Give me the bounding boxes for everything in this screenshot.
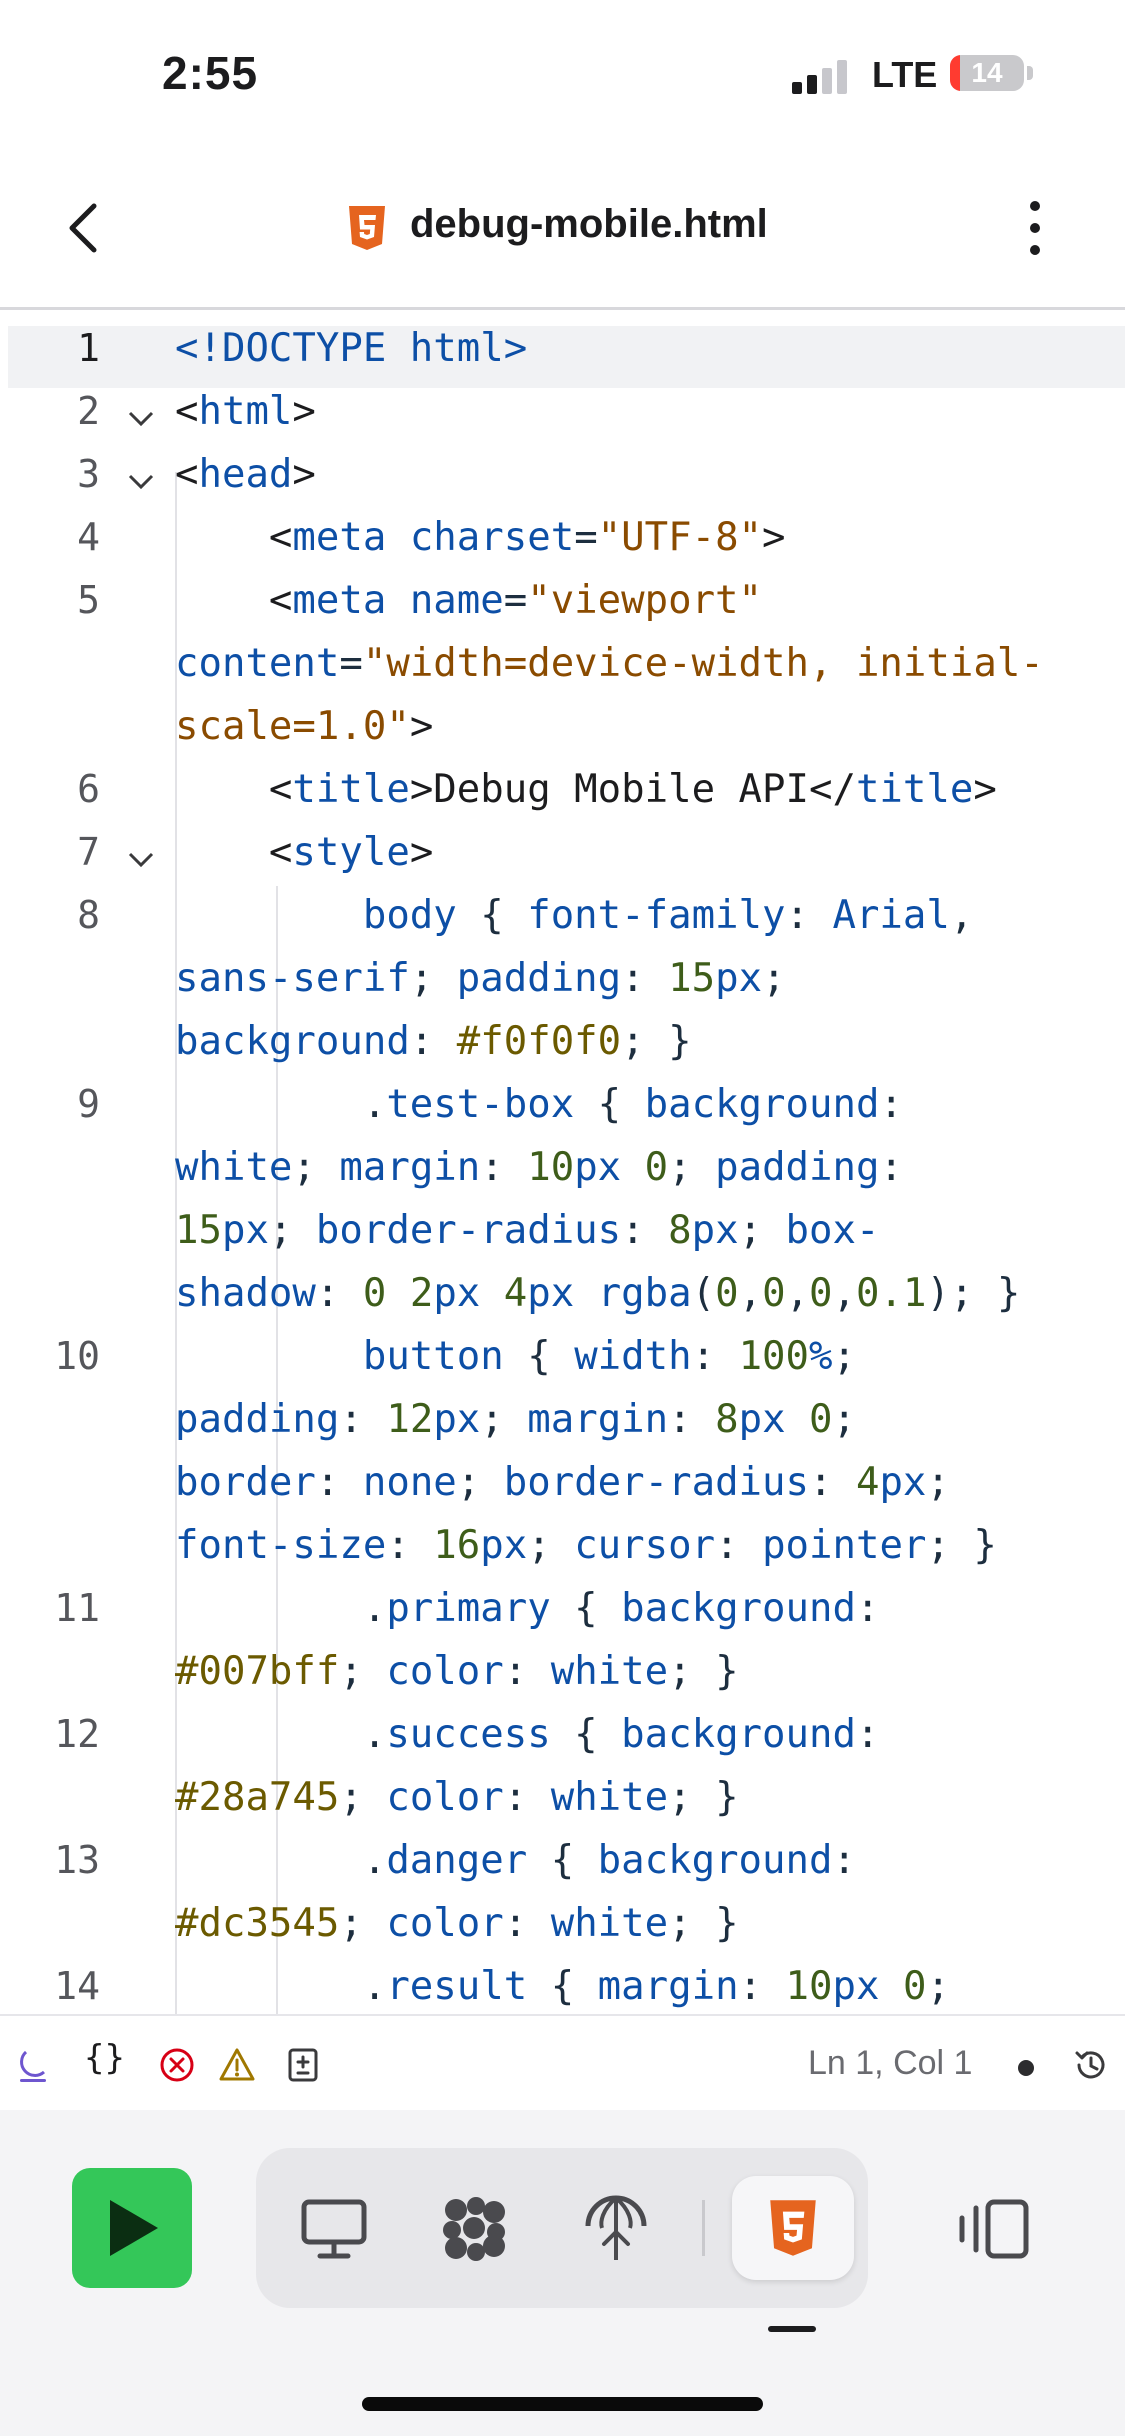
home-indicator[interactable]	[362, 2397, 763, 2411]
desktop-preview-icon[interactable]	[296, 2190, 372, 2266]
bottom-toolbar	[0, 2110, 1125, 2436]
line-number: 13	[54, 1838, 100, 1882]
editor-status-strip: {} Ln 1, Col 1	[0, 2014, 1125, 2112]
warnings-icon[interactable]	[218, 2046, 256, 2084]
code-line: <!DOCTYPE html>	[175, 326, 528, 371]
code-line: button { width: 100%;	[362, 1334, 856, 1379]
line-number: 7	[77, 830, 100, 874]
code-line: 15px; border-radius: 8px; box-	[175, 1208, 880, 1253]
line-number: 5	[77, 578, 100, 622]
code-line: <title>Debug Mobile API</title>	[268, 767, 997, 812]
diff-icon[interactable]	[284, 2046, 322, 2084]
more-vertical-icon[interactable]	[1010, 198, 1060, 258]
network-type: LTE	[872, 54, 938, 95]
code-line: .result { margin: 10px 0;	[175, 1964, 950, 2009]
line-number: 2	[77, 389, 100, 433]
code-line: border: none; border-radius: 4px;	[175, 1460, 950, 1505]
active-tab-indicator	[768, 2326, 816, 2332]
history-icon[interactable]	[1072, 2046, 1110, 2084]
code-line: scale=1.0">	[175, 704, 434, 749]
code-line: #dc3545; color: white; }	[175, 1901, 739, 1946]
html-preview-tab[interactable]	[732, 2176, 854, 2280]
code-editor[interactable]: 1 2 3 4 5 6 7 8 9 10 11 12 13 14 <!DOCTY…	[0, 312, 1125, 2014]
battery-cap	[1027, 66, 1033, 80]
file-title: debug-mobile.html	[410, 202, 768, 246]
code-line: <head>	[175, 452, 316, 497]
code-line: shadow: 0 2px 4px rgba(0,0,0,0.1); }	[175, 1271, 1021, 1316]
play-icon	[110, 2200, 158, 2256]
clock: 2:55	[162, 47, 259, 99]
line-number: 6	[77, 767, 100, 811]
cursor-position: Ln 1, Col 1	[808, 2044, 973, 2082]
line-number: 3	[77, 452, 100, 496]
line-number: 14	[54, 1964, 100, 2008]
errors-icon[interactable]	[158, 2046, 196, 2084]
code-line: .primary { background:	[175, 1586, 880, 1631]
code-line: background: #f0f0f0; }	[175, 1019, 692, 1064]
html5-icon	[770, 2200, 816, 2256]
battery-level: 14	[971, 57, 1003, 88]
extensions-icon[interactable]	[436, 2190, 512, 2266]
code-line: .success { background:	[175, 1712, 880, 1757]
code-line: <html>	[175, 389, 316, 434]
split-view-icon[interactable]	[958, 2198, 1030, 2260]
fold-chevron-icon[interactable]	[124, 849, 158, 871]
line-number: 1	[77, 326, 100, 370]
code-line: white; margin: 10px 0; padding:	[175, 1145, 903, 1190]
chevron-left-icon[interactable]	[60, 200, 110, 256]
ai-assist-icon[interactable]	[14, 2046, 52, 2084]
line-number: 11	[54, 1586, 100, 1630]
code-line: body { font-family: Arial,	[362, 893, 974, 938]
line-number: 10	[54, 1334, 100, 1378]
run-button[interactable]	[72, 2168, 192, 2288]
code-line: sans-serif; padding: 15px;	[175, 956, 786, 1001]
code-line: font-size: 16px; cursor: pointer; }	[175, 1523, 997, 1568]
code-line: #28a745; color: white; }	[175, 1775, 739, 1820]
unsaved-indicator	[1018, 2060, 1034, 2076]
code-line: <style>	[268, 830, 434, 875]
line-number: 4	[77, 515, 100, 559]
code-line: <meta name="viewport"	[268, 578, 763, 623]
network-inspector-icon[interactable]	[578, 2190, 654, 2266]
html5-file-icon	[349, 206, 385, 250]
cellular-signal-icon	[792, 60, 847, 94]
line-number: 8	[77, 893, 100, 937]
battery-icon: 14	[950, 55, 1024, 91]
tray-separator	[702, 2200, 705, 2256]
nav-divider	[0, 307, 1125, 310]
code-line: <meta charset="UTF-8">	[268, 515, 786, 560]
code-line: .danger { background:	[175, 1838, 856, 1883]
code-line: content="width=device-width, initial-	[175, 641, 1044, 686]
nav-bar: debug-mobile.html	[0, 150, 1125, 308]
code-line: .test-box { background:	[175, 1082, 903, 1127]
tool-tray	[256, 2148, 868, 2308]
format-braces-icon[interactable]: {}	[84, 2038, 134, 2078]
status-bar: 2:55 LTE 14	[0, 0, 1125, 150]
fold-chevron-icon[interactable]	[124, 408, 158, 430]
fold-chevron-icon[interactable]	[124, 471, 158, 493]
code-line: padding: 12px; margin: 8px 0;	[175, 1397, 857, 1442]
line-number: 12	[54, 1712, 100, 1756]
line-number: 9	[77, 1082, 100, 1126]
code-line: #007bff; color: white; }	[175, 1649, 739, 1694]
